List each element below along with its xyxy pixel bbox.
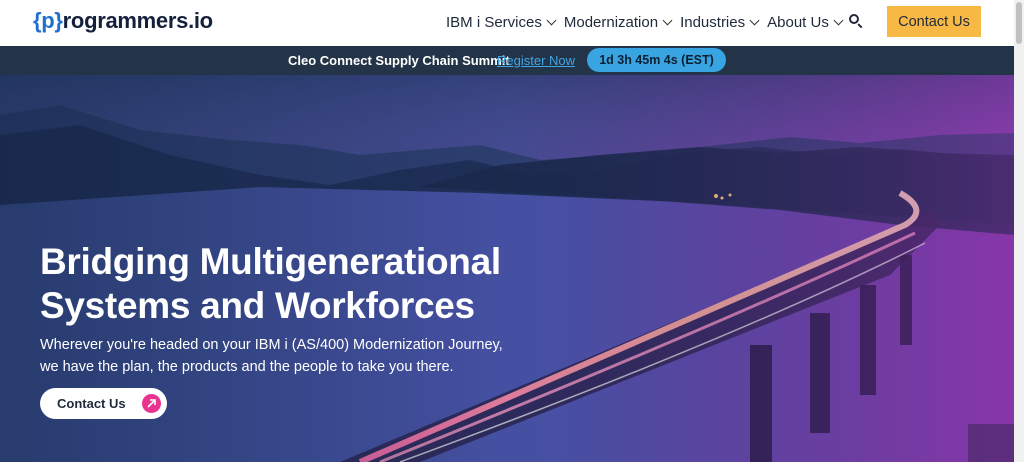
hero-subtitle-line2: we have the plan, the products and the p…: [40, 359, 454, 375]
hero-subtitle: Wherever you're headed on your IBM i (AS…: [40, 334, 503, 378]
countdown-timer: 1d 3h 45m 4s (EST): [587, 48, 726, 72]
hero-headline: Bridging Multigenerational Systems and W…: [40, 240, 501, 328]
search-icon-ring: [849, 14, 859, 24]
arrow-up-right-icon: [142, 394, 161, 413]
hero-headline-line2: Systems and Workforces: [40, 285, 475, 326]
nav-item-modernization[interactable]: Modernization: [563, 13, 673, 31]
chevron-down-icon: [749, 15, 760, 25]
search-icon-handle: [857, 23, 863, 29]
header-contact-button[interactable]: Contact Us: [887, 6, 981, 37]
hero-section: Bridging Multigenerational Systems and W…: [0, 75, 1014, 462]
announcement-text: Cleo Connect Supply Chain Summit: [288, 53, 510, 68]
main-nav: IBM i Services Modernization Industries …: [446, 0, 851, 44]
logo-brace-close: }: [54, 8, 63, 33]
logo-text: rogrammers.io: [62, 8, 213, 33]
scrollbar-thumb[interactable]: [1016, 2, 1022, 44]
nav-label: About Us: [767, 13, 829, 31]
chevron-down-icon: [662, 15, 673, 25]
register-now-link[interactable]: Register Now: [497, 53, 575, 68]
nav-label: IBM i Services: [446, 13, 542, 31]
hero-contact-label: Contact Us: [57, 396, 126, 411]
nav-label: Industries: [680, 13, 746, 31]
logo-brace-open: {: [33, 8, 42, 33]
corner-widget[interactable]: [968, 424, 1014, 462]
nav-item-ibm-i-services[interactable]: IBM i Services: [446, 13, 557, 31]
hero-contact-button[interactable]: Contact Us: [40, 388, 167, 419]
page-scrollbar[interactable]: [1014, 0, 1024, 462]
site-header: {p} rogrammers.io IBM i Services Moderniz…: [0, 0, 1014, 46]
chevron-down-icon: [833, 15, 844, 25]
search-icon[interactable]: [849, 14, 863, 29]
announcement-bar: Cleo Connect Supply Chain Summit Registe…: [0, 46, 1014, 75]
hero-headline-line1: Bridging Multigenerational: [40, 241, 501, 282]
chevron-down-icon: [546, 15, 557, 25]
logo-letter: p: [41, 8, 55, 33]
site-logo[interactable]: {p} rogrammers.io: [33, 8, 213, 34]
nav-item-industries[interactable]: Industries: [680, 13, 760, 31]
nav-label: Modernization: [563, 13, 659, 31]
nav-item-about-us[interactable]: About Us: [767, 13, 844, 31]
hero-subtitle-line1: Wherever you're headed on your IBM i (AS…: [40, 337, 503, 353]
